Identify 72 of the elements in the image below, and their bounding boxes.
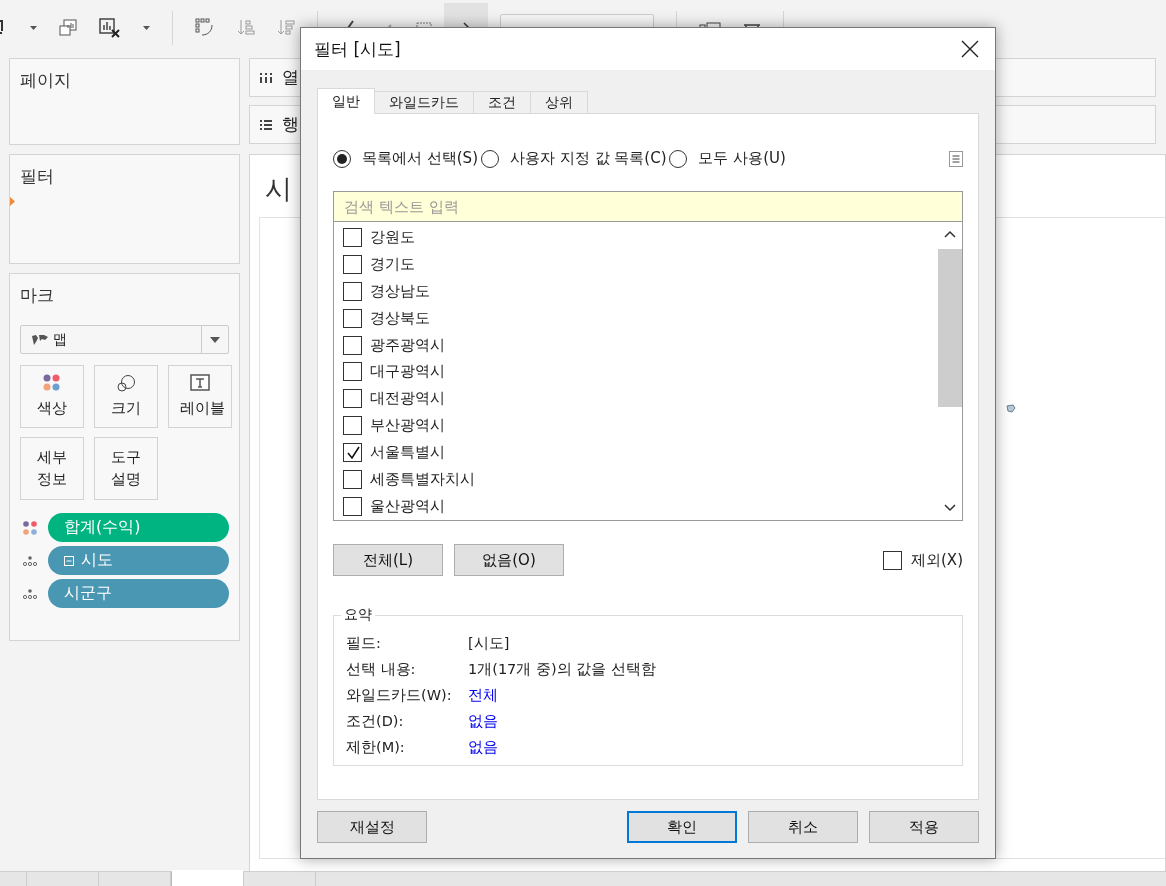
checkmark-icon [344, 444, 361, 461]
summary-link[interactable]: 없음 [468, 737, 498, 757]
duplicate-sheet-icon[interactable] [59, 18, 77, 37]
reset-button[interactable]: 재설정 [317, 811, 427, 843]
detail-dots-icon [23, 588, 37, 599]
dialog-button[interactable]: 확인 [627, 811, 737, 843]
value-item[interactable]: 대전광역시 [334, 385, 938, 413]
pages-title: 페이지 [20, 70, 71, 90]
scroll-thumb[interactable] [938, 249, 962, 407]
mode-radio[interactable]: 목록에서 선택(S) [333, 149, 478, 168]
caret-icon[interactable] [30, 25, 37, 30]
value-item[interactable]: 경기도 [334, 250, 938, 278]
summary-value: [시도] [468, 633, 510, 653]
search-field[interactable]: 검색 텍스트 입력 [333, 191, 963, 222]
mark-card[interactable]: 세부 정보 [20, 437, 84, 500]
summary-link[interactable]: 없음 [468, 711, 498, 731]
summary-label: 선택 내용: [346, 659, 417, 679]
summary-title: 요약 [343, 606, 373, 624]
value-item[interactable]: 부산광역시 [334, 412, 938, 440]
close-icon[interactable] [961, 40, 979, 58]
swap-axes-icon[interactable] [195, 17, 215, 38]
columns-icon [260, 72, 272, 83]
mode-radio[interactable]: 모두 사용(U) [669, 149, 786, 168]
value-item[interactable]: 세종특별자치시 [334, 466, 938, 494]
marks-title: 마크 [20, 284, 55, 307]
mode-radio[interactable]: 사용자 지정 값 목록(C) [481, 149, 667, 168]
summary-label: 조건(D): [346, 711, 405, 731]
rows-icon [260, 119, 272, 130]
value-item[interactable]: 경상북도 [334, 304, 938, 332]
mark-card[interactable]: 레이블 [168, 365, 232, 428]
clear-sheet-icon[interactable] [99, 17, 121, 38]
list-button[interactable]: 없음(O) [454, 544, 564, 576]
caret-icon [210, 336, 220, 343]
summary-value: 1개(17개 중)의 값을 선택함 [468, 659, 656, 679]
summary-label: 제한(M): [346, 737, 406, 757]
list-button[interactable]: 전체(L) [333, 544, 443, 576]
caret-icon[interactable] [143, 25, 150, 30]
scroll-down-icon[interactable] [944, 504, 956, 512]
value-item[interactable]: 대구광역시 [334, 358, 938, 386]
dialog-title: 필터 [시도] [314, 37, 401, 61]
value-item[interactable]: 서울특별시 [334, 439, 938, 467]
sort-descending-icon[interactable] [277, 18, 295, 37]
color-dots-icon [23, 520, 37, 535]
filters-title: 필터 [20, 166, 54, 186]
circles-icon [116, 373, 136, 392]
detail-dots-icon [23, 555, 37, 566]
drop-indicator-icon [10, 197, 15, 206]
value-item[interactable]: 울산광역시 [334, 493, 938, 520]
text-t-icon [190, 373, 210, 392]
summary-label: 필드: [346, 633, 382, 653]
exclude-checkbox[interactable]: 제외(X) [883, 550, 963, 570]
color-dots-icon [43, 373, 61, 392]
dialog-button[interactable]: 적용 [869, 811, 979, 843]
mark-type-dropdown[interactable]: 맵 [20, 325, 229, 354]
region-shape [1006, 404, 1016, 413]
dialog-tab[interactable]: 상위 [530, 91, 588, 113]
sheet-title: 시 [264, 172, 292, 206]
value-item[interactable]: 강원도 [334, 224, 938, 251]
mark-card[interactable]: 도구 설명 [94, 437, 158, 500]
scroll-up-icon[interactable] [944, 230, 956, 238]
summary-link[interactable]: 전체 [468, 685, 498, 705]
summary-label: 와일드카드(W): [346, 685, 453, 705]
map-icon [31, 333, 49, 346]
sort-ascending-icon[interactable] [237, 18, 255, 37]
value-item[interactable]: 경상남도 [334, 277, 938, 305]
mark-card[interactable]: 색상 [20, 365, 84, 428]
dialog-button[interactable]: 취소 [748, 811, 858, 843]
value-item[interactable]: 광주광역시 [334, 331, 938, 359]
list-menu-icon[interactable] [949, 150, 963, 167]
collapse-icon[interactable] [64, 555, 74, 566]
mark-card[interactable]: 크기 [94, 365, 158, 428]
dialog-tab[interactable]: 일반 [317, 88, 375, 114]
